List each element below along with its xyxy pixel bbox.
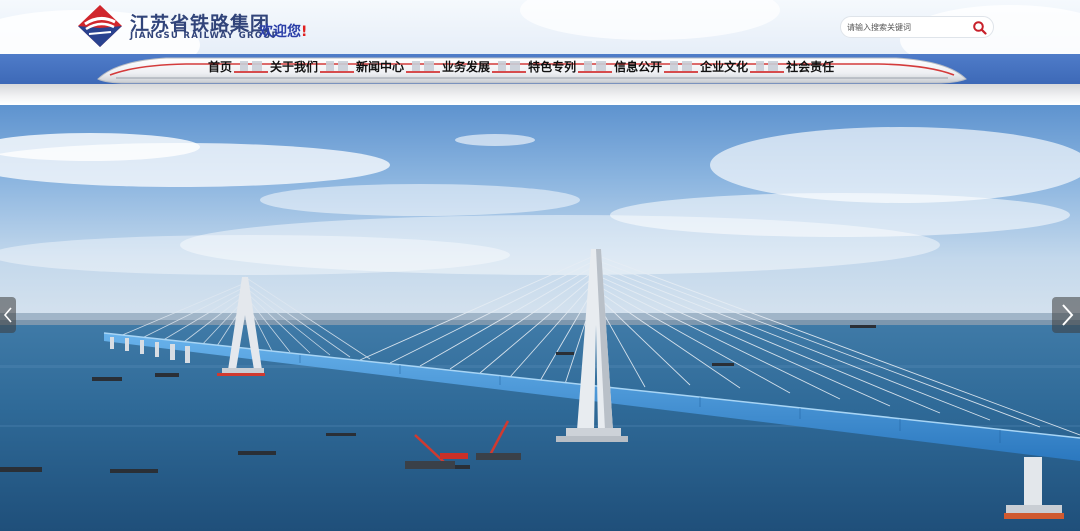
banner-prev-button[interactable] xyxy=(0,297,16,333)
main-nav: 首页 关于我们 新闻中心 业务发展 特色专列 信息公开 企业文化 社会责任 xyxy=(208,59,868,75)
nav-separator xyxy=(664,61,699,73)
header-cloud xyxy=(520,0,780,40)
nav-shadow xyxy=(0,84,1080,104)
welcome-text: 欢迎您! xyxy=(259,21,307,41)
search-input[interactable] xyxy=(847,20,967,35)
brand-name-en: JIANGSU RAILWAY GROUP xyxy=(130,31,280,41)
search-icon[interactable] xyxy=(972,20,987,35)
nav-separator xyxy=(406,61,441,73)
nav-item-business[interactable]: 业务发展 xyxy=(442,59,490,75)
nav-item-about[interactable]: 关于我们 xyxy=(270,59,318,75)
nav-item-info-disclosure[interactable]: 信息公开 xyxy=(614,59,662,75)
nav-item-social-responsibility[interactable]: 社会责任 xyxy=(786,59,834,75)
welcome-mark: ! xyxy=(301,24,308,40)
bridge-photo xyxy=(0,105,1080,531)
nav-separator xyxy=(234,61,269,73)
nav-separator xyxy=(320,61,355,73)
nav-separator xyxy=(750,61,785,73)
nav-separator xyxy=(492,61,527,73)
chevron-left-icon xyxy=(3,307,12,323)
nav-item-home[interactable]: 首页 xyxy=(208,59,232,75)
nav-item-special-trains[interactable]: 特色专列 xyxy=(528,59,576,75)
nav-item-culture[interactable]: 企业文化 xyxy=(700,59,748,75)
railway-logo-icon[interactable] xyxy=(77,4,123,48)
welcome-label: 欢迎您 xyxy=(259,24,301,40)
nav-item-news[interactable]: 新闻中心 xyxy=(356,59,404,75)
hero-banner xyxy=(0,105,1080,531)
chevron-right-icon xyxy=(1062,304,1074,326)
nav-separator xyxy=(578,61,613,73)
banner-next-button[interactable] xyxy=(1052,297,1080,333)
search-box xyxy=(840,16,994,38)
site-header: 江苏省铁路集团 JIANGSU RAILWAY GROUP 欢迎您! xyxy=(0,0,1080,54)
